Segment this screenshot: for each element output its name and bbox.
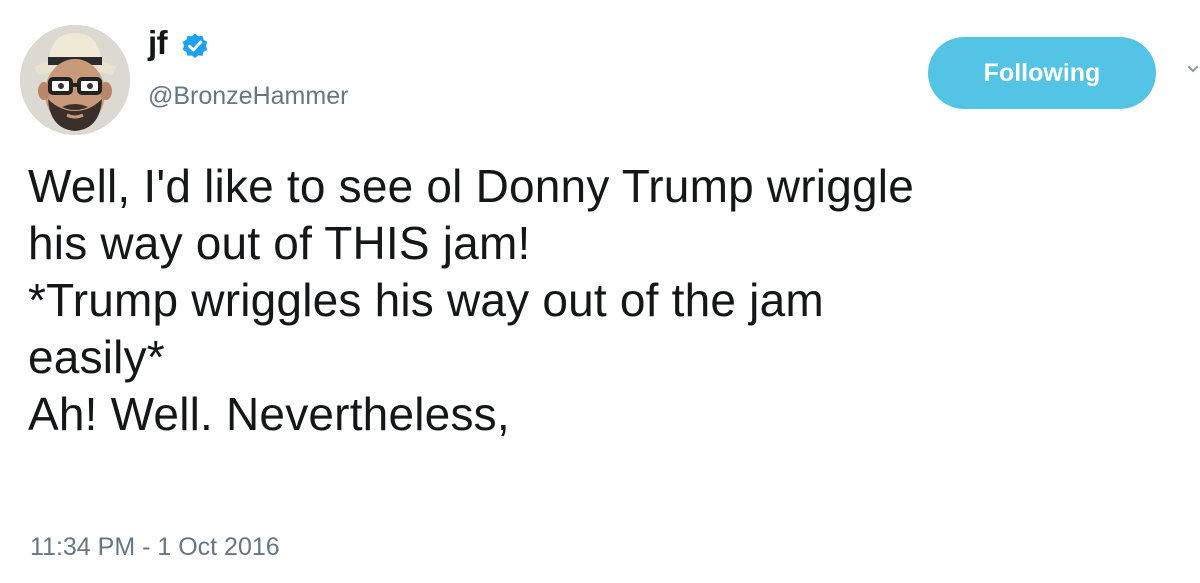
tweet-timestamp[interactable]: 11:34 PM - 1 Oct 2016 <box>30 535 280 560</box>
tweet-text: Well, I'd like to see ol Donny Trump wri… <box>28 160 914 440</box>
display-name[interactable]: jf <box>148 26 168 59</box>
user-handle[interactable]: @BronzeHammer <box>148 84 348 109</box>
avatar[interactable] <box>20 25 130 135</box>
tweet-card: jf @BronzeHammer Following Well, I'd lik… <box>0 0 1200 583</box>
avatar-illustration <box>20 25 130 135</box>
chevron-down-icon[interactable] <box>1186 62 1200 76</box>
following-button[interactable]: Following <box>928 37 1156 109</box>
verified-badge-icon <box>182 33 208 59</box>
